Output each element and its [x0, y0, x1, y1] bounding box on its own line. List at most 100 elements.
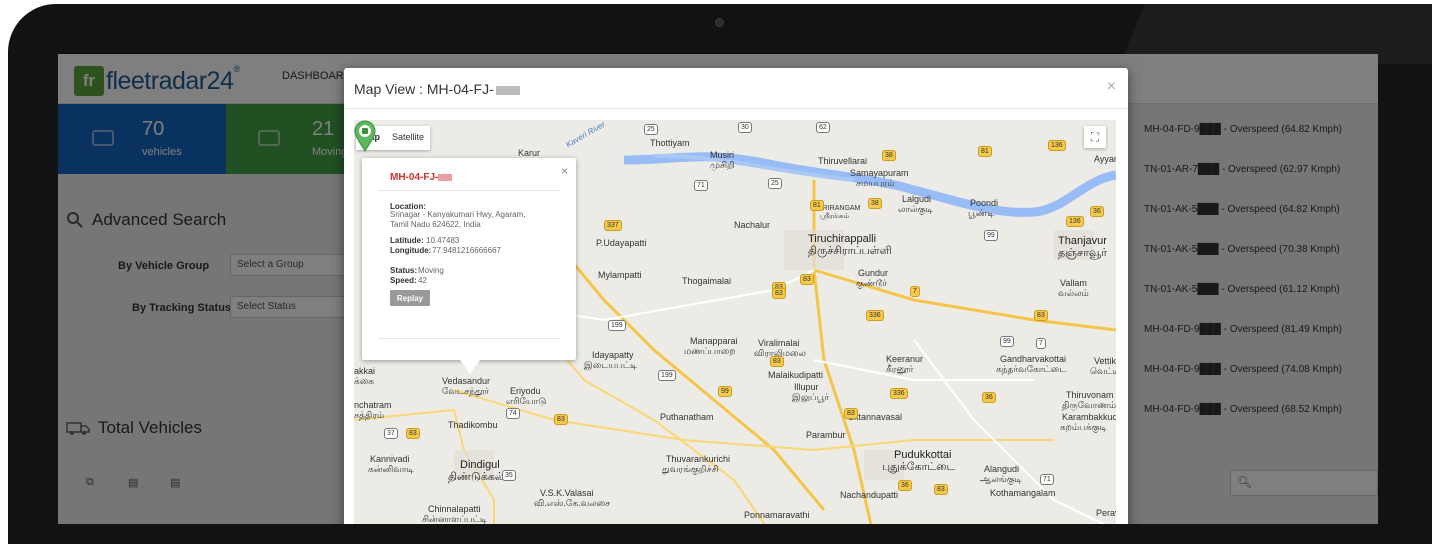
map-canvas[interactable]: Karur Thottiyam Musiri முசிறி Thiruvella… [354, 120, 1116, 524]
map-label: akkai [354, 366, 376, 376]
map-label: தஞ்சாவூர் [1058, 247, 1107, 259]
screenshot-frame: fr fleetradar24 ® DASHBOARD 70 vehicles … [0, 0, 1440, 544]
highway-shield: 336 [866, 310, 884, 321]
highway-shield: 337 [604, 220, 622, 231]
redacted-plate [495, 85, 520, 95]
map-label: Alangudi [984, 464, 1020, 474]
highway-shield: 71 [694, 180, 708, 191]
map-label: முசிறி [710, 160, 735, 170]
modal-title-text: Map View : MH-04-FJ- [354, 81, 494, 97]
map-label: Eriyodu [510, 386, 541, 396]
highway-shield: 7 [1036, 338, 1046, 349]
map-type-satellite[interactable]: Satellite [386, 126, 430, 150]
highway-shield: 38 [868, 198, 882, 209]
highway-shield: 62 [816, 122, 830, 133]
map-label: Gundur [858, 268, 889, 278]
map-label: Keeranur [886, 354, 924, 364]
map-label: சமயபுரம் [856, 178, 895, 188]
highway-shield: 83 [770, 356, 784, 367]
map-label: Manapparai [690, 336, 738, 346]
map-label: Kothamangalam [990, 488, 1056, 498]
highway-shield: 83 [844, 408, 858, 419]
highway-shield: 99 [718, 386, 732, 397]
highway-shield: 83 [772, 288, 786, 299]
longitude-label: Longitude: [390, 246, 432, 255]
map-label: கீரனூர் [886, 364, 914, 374]
vehicle-marker-icon[interactable] [354, 120, 376, 152]
map-label: வெட்டி [1090, 366, 1116, 376]
map-label: Viralimalai [758, 338, 800, 348]
highway-shield: 99 [1000, 336, 1014, 347]
map-label: க்கை [354, 376, 375, 386]
map-label: இலுப்பூர் [792, 392, 830, 402]
modal-title: Map View : MH-04-FJ- [354, 81, 520, 97]
map-label: திருச்சிராப்பள்ளி [808, 245, 892, 257]
highway-shield: 37 [384, 428, 398, 439]
replay-button[interactable]: Replay [390, 290, 430, 306]
highway-shield: 36 [1090, 206, 1104, 217]
highway-shield: 81 [978, 146, 992, 157]
highway-shield: 36 [898, 480, 912, 491]
map-label: Samayapuram [850, 168, 909, 178]
map-label: சின்னாளப்பட்டி [422, 514, 488, 524]
highway-shield: 83 [1034, 310, 1048, 321]
map-label: Poondi [970, 198, 999, 208]
map-label: வி.எஸ்.கே.வலசை [534, 498, 611, 508]
map-label: Thiruvellarai [818, 156, 868, 166]
map-label: திண்டுக்கல் [448, 471, 505, 483]
map-view-modal: Map View : MH-04-FJ- × Karur Thottiyam M… [344, 68, 1128, 524]
info-title-text: MH-04-FJ- [390, 172, 439, 183]
map-label: திருவோணம் [1062, 400, 1116, 410]
map-label: குண்டூர் [856, 278, 887, 288]
map-label: கறம்பக்குடி [1060, 422, 1107, 432]
map-label: வேடசந்தூர் [442, 386, 490, 396]
map-label: கந்தர்வகோட்டை [996, 364, 1067, 374]
fullscreen-icon[interactable]: ⛶ [1084, 126, 1106, 148]
longitude-value: 77.9481216666667 [432, 246, 501, 255]
map-label: Thogaimalai [682, 276, 732, 286]
map-label: எரியோடு [506, 396, 547, 406]
close-icon[interactable]: × [561, 164, 568, 178]
map-label: சத்திரம் [354, 410, 385, 420]
map-label: Tiruchirappalli [808, 233, 877, 245]
map-label: Ponnamaravathi [744, 510, 810, 520]
app-screen: fr fleetradar24 ® DASHBOARD 70 vehicles … [58, 54, 1378, 524]
info-title: MH-04-FJ- [390, 172, 453, 183]
highway-shield: 83 [934, 484, 948, 495]
highway-shield: 74 [506, 408, 520, 419]
map-label: ஆலங்குடி [980, 474, 1022, 484]
map-label: Illupur [794, 382, 819, 392]
map-label: Thuvarankurichi [666, 454, 731, 464]
highway-shield: 336 [890, 388, 908, 399]
map-label: Vedasandur [442, 376, 491, 386]
map-label: Lalgudi [902, 194, 932, 204]
close-icon[interactable]: × [1107, 78, 1116, 96]
highway-shield: 136 [1048, 140, 1066, 151]
map-label: Thottiyam [650, 138, 690, 148]
map-label: Nachalur [734, 220, 771, 230]
map-label: ஸ்ரீரங்கம் [820, 213, 849, 220]
latitude-value: 10.47483 [426, 236, 460, 245]
modal-divider [344, 108, 1128, 109]
map-label: Malaikudipatti [768, 370, 824, 380]
map-label: Pudukkottai [894, 449, 952, 461]
map-label: Vallam [1060, 278, 1087, 288]
map-label: V.S.K.Valasai [540, 488, 594, 498]
highway-shield: 136 [1066, 216, 1084, 227]
speed-label: Speed: [390, 276, 417, 285]
highway-shield: 36 [982, 392, 996, 403]
map-label: மணப்பாறை [684, 346, 736, 356]
map-label: Kannivadi [370, 454, 410, 464]
map-label: Karambakkudi [1062, 412, 1116, 422]
map-label: Idayapatty [592, 350, 634, 360]
map-label: Karur [518, 148, 541, 158]
map-label: Thiruvonam [1066, 390, 1114, 400]
highway-shield: 83 [800, 274, 814, 285]
map-label: Gandharvakottai [1000, 354, 1067, 364]
map-label: Ayyampet [1094, 154, 1116, 164]
map-label: Thanjavur [1058, 235, 1107, 247]
highway-shield: 30 [738, 122, 752, 133]
map-label: Nachandupatti [840, 490, 899, 500]
status-label: Status: [390, 266, 418, 275]
map-label: கன்னிவாடி [368, 464, 414, 474]
